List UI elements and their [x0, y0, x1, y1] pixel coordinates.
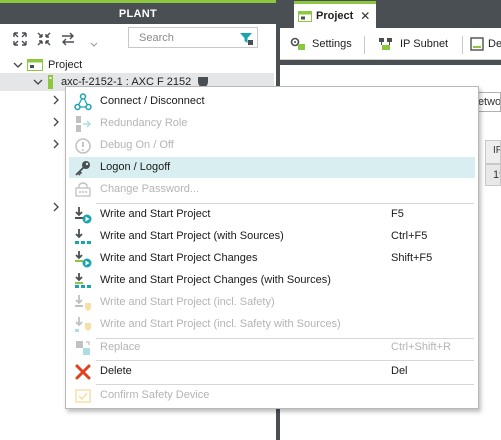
plant-title: PLANT	[118, 7, 158, 20]
sync-arrows-icon[interactable]	[60, 31, 76, 47]
expand-all-icon[interactable]	[12, 31, 28, 47]
write-start-icon	[75, 207, 92, 224]
subtab-devices-label: De	[488, 38, 501, 50]
write-changes-icon	[75, 251, 92, 268]
debug-icon	[75, 138, 91, 154]
menu-item-label: Replace	[100, 341, 141, 353]
menu-item-write-safety[interactable]: Write and Start Project (incl. Safety)	[69, 292, 475, 313]
confirm-safety-icon	[75, 389, 91, 403]
chevron-right-icon[interactable]	[52, 202, 60, 212]
ip-subnet-icon	[379, 38, 392, 50]
menu-item-label: Logon / Logoff	[100, 161, 171, 173]
menu-item-label: Write and Start Project (incl. Safety)	[100, 296, 275, 308]
menu-item-shortcut: Ctrl+F5	[391, 230, 428, 242]
menu-item-label: Write and Start Project Changes (with So…	[100, 274, 331, 286]
grid-cell[interactable]: 19	[485, 164, 501, 186]
change-password-icon	[75, 182, 91, 197]
plant-header: PLANT	[0, 0, 276, 24]
context-menu: Connect / Disconnect Redundancy Role Deb…	[65, 86, 479, 409]
grid-column-header[interactable]: IP	[485, 140, 501, 164]
chevron-right-icon[interactable]	[52, 95, 60, 105]
chevron-right-icon[interactable]	[52, 117, 60, 127]
menu-item-shortcut: F5	[391, 208, 404, 220]
menu-item-logon-logoff[interactable]: Logon / Logoff	[69, 157, 475, 178]
close-icon[interactable]: ✕	[360, 9, 370, 23]
tab-project[interactable]: Project ✕	[294, 1, 376, 28]
menu-item-redundancy-role[interactable]: Redundancy Role	[69, 113, 475, 134]
write-safety-icon	[75, 295, 91, 311]
write-changes-sources-icon	[75, 273, 91, 288]
project-icon	[298, 10, 312, 22]
menu-item-label: Change Password...	[100, 183, 200, 195]
menu-item-label: Write and Start Project	[100, 208, 211, 220]
menu-item-write-safety-sources[interactable]: Write and Start Project (incl. Safety wi…	[69, 314, 475, 335]
project-folder-icon	[27, 59, 43, 71]
menu-item-label: Debug On / Off	[100, 139, 174, 151]
menu-item-write-start[interactable]: Write and Start Project F5	[69, 204, 475, 225]
menu-item-label: Write and Start Project Changes	[100, 252, 258, 264]
menu-item-shortcut: Shift+F5	[391, 252, 433, 264]
write-start-sources-icon	[75, 229, 91, 244]
editor-divider	[280, 60, 501, 65]
chevron-right-icon[interactable]	[52, 139, 60, 149]
menu-item-delete[interactable]: Delete Del	[69, 361, 475, 382]
menu-item-write-changes[interactable]: Write and Start Project Changes Shift+F5	[69, 248, 475, 269]
subtab-settings-label: Settings	[312, 38, 352, 50]
tree-node-project[interactable]: Project	[0, 56, 276, 74]
menu-item-debug[interactable]: Debug On / Off	[69, 135, 475, 156]
menu-item-shortcut: Ctrl+Shift+R	[391, 341, 451, 353]
menu-item-label: Connect / Disconnect	[100, 95, 205, 107]
menu-item-write-start-sources[interactable]: Write and Start Project (with Sources) C…	[69, 226, 475, 247]
chevron-down-icon[interactable]	[13, 60, 23, 70]
write-safety-sources-icon	[75, 317, 91, 332]
redundancy-role-icon	[76, 116, 92, 132]
menu-item-label: Redundancy Role	[100, 117, 188, 129]
subtab-settings[interactable]: Settings	[290, 34, 352, 54]
subtab-ip-subnet-label: IP Subnet	[400, 38, 449, 50]
menu-item-label: Write and Start Project (incl. Safety wi…	[100, 318, 341, 330]
subtab-devices[interactable]: De	[470, 34, 501, 54]
menu-item-write-changes-sources[interactable]: Write and Start Project Changes (with So…	[69, 270, 475, 291]
menu-item-label: Delete	[100, 365, 132, 377]
menu-item-connect-disconnect[interactable]: Connect / Disconnect	[69, 91, 475, 112]
key-icon	[75, 161, 90, 176]
menu-item-confirm-safety-device[interactable]: Confirm Safety Device	[69, 385, 475, 406]
menu-item-change-password[interactable]: Change Password...	[69, 179, 475, 200]
subtab-divider	[364, 36, 365, 54]
subtab-ip-subnet[interactable]: IP Subnet	[378, 34, 448, 54]
collapse-all-icon[interactable]	[36, 31, 52, 47]
chevron-down-icon[interactable]	[33, 77, 43, 87]
document-tabbar: Project ✕	[280, 0, 501, 28]
settings-icon	[290, 37, 305, 50]
tree-label-project: Project	[48, 59, 83, 71]
search-input[interactable]	[129, 28, 229, 47]
tab-project-label: Project	[316, 10, 354, 22]
replace-icon	[76, 341, 90, 355]
menu-item-shortcut: Del	[391, 365, 408, 377]
editor-subtabs: Settings IP Subnet De	[280, 28, 501, 60]
filter-icon[interactable]	[239, 31, 253, 45]
menu-item-label: Confirm Safety Device	[100, 389, 210, 401]
network-connect-icon	[74, 93, 92, 111]
search-box	[128, 27, 258, 48]
device-list-icon	[470, 37, 484, 51]
menu-item-label: Write and Start Project (with Sources)	[100, 230, 284, 242]
subtab-divider	[462, 36, 463, 54]
delete-icon	[75, 364, 91, 380]
menu-item-replace[interactable]: Replace Ctrl+Shift+R	[69, 337, 475, 358]
controller-icon	[48, 75, 53, 89]
chevron-down-icon[interactable]	[90, 40, 98, 48]
